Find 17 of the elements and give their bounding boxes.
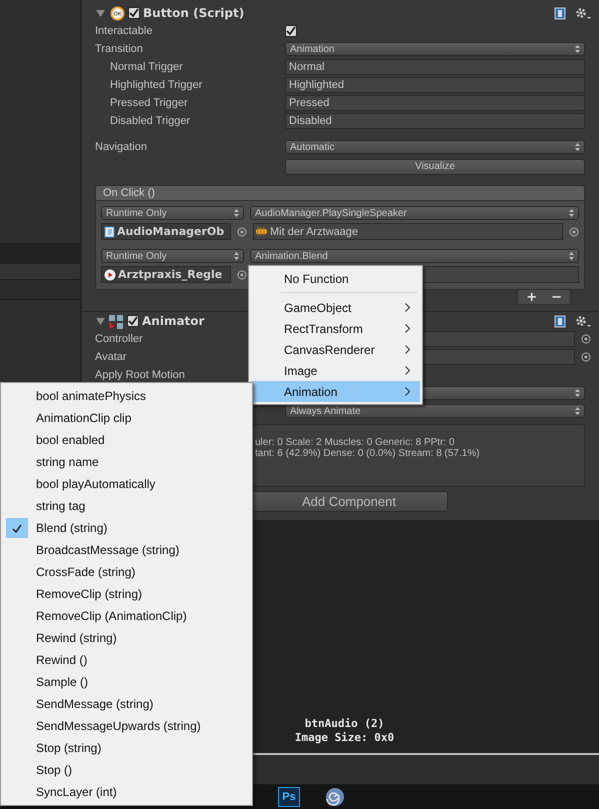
- field-label: Interactable: [95, 25, 154, 37]
- field-label: Highlighted Trigger: [110, 79, 204, 91]
- object-name: btnAudio (2): [304, 717, 384, 731]
- field-label: Disabled Trigger: [110, 115, 192, 127]
- field-label: Transition: [95, 43, 144, 55]
- info-text: uler: 0 Scale: 2 Muscles: 0 Generic: 8 PPtr: 0: [255, 437, 456, 448]
- field-label: Controller: [95, 333, 144, 345]
- field-label: Avatar: [95, 351, 128, 363]
- field-label: Navigation: [95, 141, 148, 153]
- field-label: Apply Root Motion: [95, 369, 186, 381]
- info-text: tant: 6 (42.9%) Dense: 0 (0.0%) Stream: 8 (57.1%): [255, 448, 481, 459]
- field-label: Normal Trigger: [110, 61, 184, 73]
- event-header: On Click (): [95, 185, 585, 201]
- field-label: Pressed Trigger: [110, 97, 189, 109]
- component-title: Button (Script): [143, 6, 244, 20]
- image-size-text: Image Size: 0x0: [294, 731, 394, 745]
- component-title: Animator: [142, 314, 204, 328]
